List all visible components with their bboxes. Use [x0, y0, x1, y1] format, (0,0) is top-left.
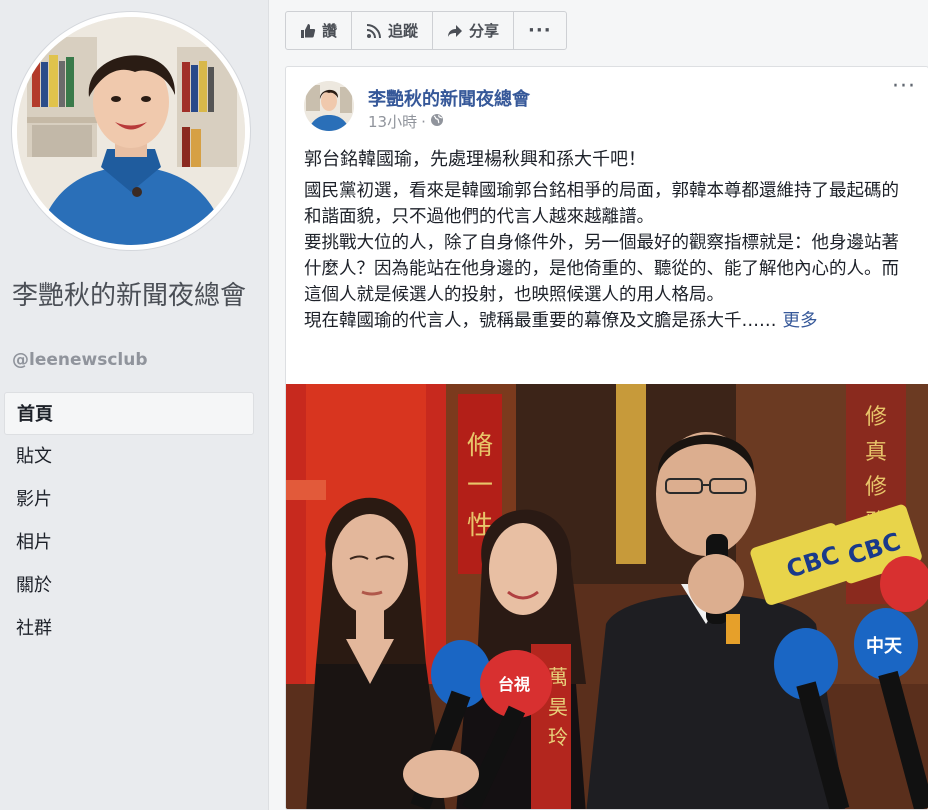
left-sidebar: 李艷秋的新聞夜總會 @leenewsclub 首頁 貼文 影片 相片 關於 社群 — [0, 0, 268, 810]
mic-label-ctitv: 中天 — [866, 635, 903, 657]
post-paragraph-text: 現在韓國瑜的代言人，號稱最重要的幕僚及文膽是孫大千…… — [304, 311, 777, 331]
post-paragraph: 要挑戰大位的人，除了自身條件外，另一個最好的觀察指標就是：他身邊站著什麼人？因為… — [304, 233, 899, 305]
avatar — [17, 17, 245, 245]
post-photo[interactable]: 脩 一 性 修 真 修 雅 — [286, 384, 928, 809]
post-author-name[interactable]: 李艷秋的新聞夜總會 — [368, 85, 530, 111]
sign-right-char-1: 修 — [865, 405, 887, 430]
main-column: 讚 追蹤 分享 ··· 李艷秋的新聞夜總會 13小時 · ··· 郭台銘韓國瑜，… — [268, 0, 928, 810]
page-handle[interactable]: @leenewsclub — [12, 350, 148, 370]
follow-label: 追蹤 — [388, 22, 419, 40]
sidebar-item-posts[interactable]: 貼文 — [4, 435, 254, 478]
post-timestamp[interactable]: 13小時 — [368, 111, 417, 132]
post-paragraph: 現在韓國瑜的代言人，號稱最重要的幕僚及文膽是孫大千…… 更多 — [304, 308, 914, 334]
share-button[interactable]: 分享 — [433, 12, 515, 49]
mic-label-ttv: 台視 — [498, 675, 530, 694]
page-action-bar: 讚 追蹤 分享 ··· — [285, 11, 567, 50]
like-button[interactable]: 讚 — [286, 12, 353, 49]
share-arrow-icon — [447, 23, 463, 39]
sidebar-item-photos[interactable]: 相片 — [4, 521, 254, 564]
post-card: 李艷秋的新聞夜總會 13小時 · ··· 郭台銘韓國瑜，先處理楊秋興和孫大千吧！… — [285, 66, 928, 810]
more-icon: ··· — [528, 20, 552, 41]
meta-separator: · — [421, 112, 426, 131]
sidebar-item-home[interactable]: 首頁 — [4, 392, 254, 435]
rss-icon — [366, 23, 382, 39]
sash-char-3: 玲 — [548, 725, 568, 749]
sidebar-item-about[interactable]: 關於 — [4, 564, 254, 607]
more-options-button[interactable]: ··· — [514, 12, 566, 49]
profile-picture[interactable] — [12, 12, 250, 250]
globe-icon — [430, 113, 444, 131]
post-author-avatar[interactable] — [304, 81, 354, 131]
avatar-image — [17, 17, 245, 245]
post-paragraph: 國民黨初選，看來是韓國瑜郭台銘相爭的局面，郭韓本尊都還維持了最起碼的和諧面貌，只… — [304, 181, 899, 227]
page-title: 李艷秋的新聞夜總會 — [12, 281, 247, 311]
sign-left-char-1: 脩 — [467, 431, 493, 461]
sidebar-nav: 首頁 貼文 影片 相片 關於 社群 — [4, 392, 254, 650]
press-conference-photo: 脩 一 性 修 真 修 雅 — [286, 384, 928, 809]
sign-right-char-3: 修 — [865, 475, 887, 500]
post-options-icon[interactable]: ··· — [892, 76, 916, 98]
sidebar-item-videos[interactable]: 影片 — [4, 478, 254, 521]
follow-button[interactable]: 追蹤 — [352, 12, 434, 49]
sign-right-char-2: 真 — [865, 440, 887, 465]
like-label: 讚 — [322, 22, 338, 40]
thumbs-up-icon — [300, 23, 316, 39]
post-body: 國民黨初選，看來是韓國瑜郭台銘相爭的局面，郭韓本尊都還維持了最起碼的和諧面貌，只… — [304, 178, 914, 334]
see-more-link[interactable]: 更多 — [783, 311, 818, 331]
post-headline: 郭台銘韓國瑜，先處理楊秋興和孫大千吧！ — [304, 149, 646, 170]
post-meta: 13小時 · — [368, 111, 444, 132]
share-label: 分享 — [469, 22, 500, 40]
sign-left-char-2: 一 — [467, 471, 493, 501]
sidebar-item-community[interactable]: 社群 — [4, 607, 254, 650]
sash-char-2: 昊 — [548, 695, 568, 719]
